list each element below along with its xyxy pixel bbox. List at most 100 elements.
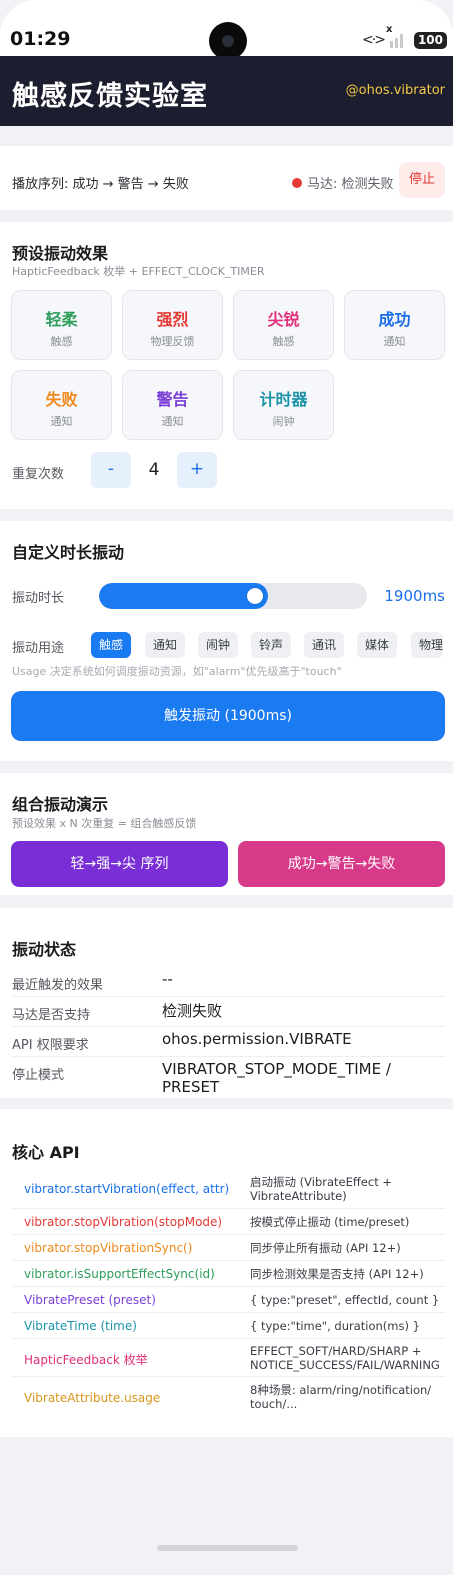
status-section: 振动状态 最近触发的效果 -- 马达是否支持 检测失败 API 权限要求 oho… bbox=[0, 908, 453, 1098]
usage-chip-physical[interactable]: 物理 bbox=[411, 632, 444, 658]
combo-section: 组合振动演示 预设效果 x N 次重复 = 组合触感反馈 轻→强→尖 序列 成功… bbox=[0, 773, 453, 895]
preset-sub: 触感 bbox=[50, 335, 73, 348]
slider-thumb[interactable] bbox=[247, 588, 263, 604]
api-description: 同步停止所有振动 (API 12+) bbox=[250, 1241, 401, 1255]
preset-sub: 通知 bbox=[383, 335, 406, 348]
usage-chip-media[interactable]: 媒体 bbox=[357, 632, 398, 658]
usage-chip-ring[interactable]: 铃声 bbox=[251, 632, 292, 658]
status-row: 马达是否支持 检测失败 bbox=[12, 997, 445, 1027]
api-function: vibrator.isSupportEffectSync(id) bbox=[24, 1267, 215, 1281]
preset-tile-sharp[interactable]: 尖锐 触感 bbox=[233, 290, 334, 360]
status-row: 停止模式 VIBRATOR_STOP_MODE_TIME / PRESET bbox=[12, 1057, 445, 1096]
module-tag: @ohos.vibrator bbox=[345, 83, 445, 98]
usage-hint: Usage 决定系统如何调度振动资源，如"alarm"优先级高于"touch" bbox=[12, 665, 342, 678]
api-row: VibrateTime (time) { type:"time", durati… bbox=[12, 1313, 445, 1339]
api-description: EFFECT_SOFT/HARD/SHARP + NOTICE_SUCCESS/… bbox=[250, 1344, 440, 1372]
preset-sub: 闹钟 bbox=[272, 415, 295, 428]
api-function: VibrateTime (time) bbox=[24, 1319, 137, 1333]
api-row: VibrateAttribute.usage 8种场景: alarm/ring/… bbox=[12, 1377, 445, 1417]
custom-duration-section: 自定义时长振动 振动时长 1900ms 振动用途 触感 通知 闹钟 铃声 通讯 … bbox=[0, 521, 453, 761]
api-row: vibrator.isSupportEffectSync(id) 同步检测效果是… bbox=[12, 1261, 445, 1287]
usage-chip-communication[interactable]: 通讯 bbox=[304, 632, 345, 658]
api-description: 启动振动 (VibrateEffect + VibrateAttribute) bbox=[250, 1175, 392, 1203]
preset-tile-timer[interactable]: 计时器 闹钟 bbox=[233, 370, 334, 440]
status-key: 马达是否支持 bbox=[12, 1008, 91, 1023]
preset-title: 预设振动效果 bbox=[12, 244, 109, 263]
api-row: vibrator.stopVibration(stopMode) 按模式停止振动… bbox=[12, 1209, 445, 1235]
preset-name: 轻柔 bbox=[45, 310, 78, 329]
usage-chip-alarm[interactable]: 闹钟 bbox=[198, 632, 239, 658]
trigger-vibration-button[interactable]: 触发振动 (1900ms) bbox=[11, 691, 445, 741]
preset-name: 计时器 bbox=[259, 390, 308, 409]
api-function: HapticFeedback 枚举 bbox=[24, 1353, 148, 1367]
status-row: API 权限要求 ohos.permission.VIBRATE bbox=[12, 1027, 445, 1057]
motor-status-text: 马达: 检测失败 bbox=[307, 177, 394, 192]
home-indicator[interactable] bbox=[157, 1545, 298, 1551]
no-signal-mark: x bbox=[385, 24, 393, 35]
status-value: ohos.permission.VIBRATE bbox=[162, 1030, 352, 1048]
api-description: { type:"time", duration(ms) } bbox=[250, 1319, 420, 1333]
data-transfer-icon: <·> bbox=[362, 32, 386, 48]
combo-subtitle: 预设效果 x N 次重复 = 组合触感反馈 bbox=[12, 817, 197, 830]
api-row: VibratePreset (preset) { type:"preset", … bbox=[12, 1287, 445, 1313]
status-dot-icon bbox=[292, 177, 302, 188]
preset-subtitle: HapticFeedback 枚举 + EFFECT_CLOCK_TIMER bbox=[12, 265, 265, 278]
api-function: vibrator.stopVibrationSync() bbox=[24, 1241, 193, 1255]
repeat-increment-button[interactable]: + bbox=[177, 452, 217, 488]
preset-tile-warning[interactable]: 警告 通知 bbox=[122, 370, 223, 440]
stop-button[interactable]: 停止 bbox=[399, 162, 445, 198]
duration-slider[interactable] bbox=[99, 583, 367, 609]
motor-status: 马达: 检测失败 bbox=[292, 173, 394, 192]
app-header: 触感反馈实验室 @ohos.vibrator bbox=[0, 56, 453, 126]
api-function: vibrator.stopVibration(stopMode) bbox=[24, 1215, 223, 1229]
status-bar: 01:29 <·> x 100 bbox=[0, 0, 453, 60]
duration-label: 振动时长 bbox=[12, 591, 65, 606]
sequence-text: 播放序列: 成功 → 警告 → 失败 bbox=[12, 177, 189, 192]
status-value: 检测失败 bbox=[162, 1002, 223, 1020]
preset-name: 尖锐 bbox=[267, 310, 300, 329]
status-row: 最近触发的效果 -- bbox=[12, 967, 445, 997]
api-description: { type:"preset", effectId, count } bbox=[250, 1293, 440, 1307]
api-function: VibratePreset (preset) bbox=[24, 1293, 156, 1307]
usage-chip-notification[interactable]: 通知 bbox=[145, 632, 186, 658]
preset-sub: 通知 bbox=[161, 415, 184, 428]
preset-name: 失败 bbox=[45, 390, 78, 409]
status-value: VIBRATOR_STOP_MODE_TIME / PRESET bbox=[162, 1060, 391, 1096]
status-title: 振动状态 bbox=[12, 940, 77, 959]
api-row: vibrator.stopVibrationSync() 同步停止所有振动 (A… bbox=[12, 1235, 445, 1261]
status-key: 最近触发的效果 bbox=[12, 978, 104, 993]
status-key: API 权限要求 bbox=[12, 1038, 89, 1053]
repeat-label: 重复次数 bbox=[12, 467, 65, 482]
preset-name: 强烈 bbox=[156, 310, 189, 329]
app-title: 触感反馈实验室 bbox=[12, 81, 208, 112]
api-row: HapticFeedback 枚举 EFFECT_SOFT/HARD/SHARP… bbox=[12, 1339, 445, 1377]
preset-name: 成功 bbox=[378, 310, 411, 329]
api-title: 核心 API bbox=[12, 1143, 80, 1162]
repeat-decrement-button[interactable]: - bbox=[91, 452, 131, 488]
preset-tile-soft[interactable]: 轻柔 触感 bbox=[11, 290, 112, 360]
signal-icon: x bbox=[386, 24, 408, 48]
combo-success-warning-fail-button[interactable]: 成功→警告→失败 bbox=[238, 841, 445, 887]
preset-tile-fail[interactable]: 失败 通知 bbox=[11, 370, 112, 440]
api-description: 按模式停止振动 (time/preset) bbox=[250, 1215, 410, 1229]
combo-title: 组合振动演示 bbox=[12, 795, 109, 814]
battery-icon: 100 bbox=[413, 31, 447, 49]
slider-fill bbox=[99, 583, 268, 609]
status-icons: <·> x 100 bbox=[362, 24, 447, 50]
preset-section: 预设振动效果 HapticFeedback 枚举 + EFFECT_CLOCK_… bbox=[0, 222, 453, 509]
phone-screen: 01:29 <·> x 100 触感反馈实验室 @ohos.vibrator 播… bbox=[0, 0, 453, 1575]
front-camera bbox=[209, 22, 247, 60]
preset-sub: 触感 bbox=[272, 335, 295, 348]
sequence-bar: 播放序列: 成功 → 警告 → 失败 马达: 检测失败 停止 bbox=[0, 146, 453, 210]
preset-tile-success[interactable]: 成功 通知 bbox=[344, 290, 445, 360]
status-time: 01:29 bbox=[10, 28, 71, 50]
preset-tile-hard[interactable]: 强烈 物理反馈 bbox=[122, 290, 223, 360]
usage-label: 振动用途 bbox=[12, 641, 65, 656]
combo-soft-hard-sharp-button[interactable]: 轻→强→尖 序列 bbox=[11, 841, 228, 887]
api-section: 核心 API vibrator.startVibration(effect, a… bbox=[0, 1109, 453, 1437]
preset-name: 警告 bbox=[156, 390, 189, 409]
usage-chip-touch[interactable]: 触感 bbox=[91, 632, 132, 658]
api-function: vibrator.startVibration(effect, attr) bbox=[24, 1182, 230, 1196]
api-description: 同步检测效果是否支持 (API 12+) bbox=[250, 1267, 424, 1281]
preset-sub: 物理反馈 bbox=[150, 335, 195, 348]
